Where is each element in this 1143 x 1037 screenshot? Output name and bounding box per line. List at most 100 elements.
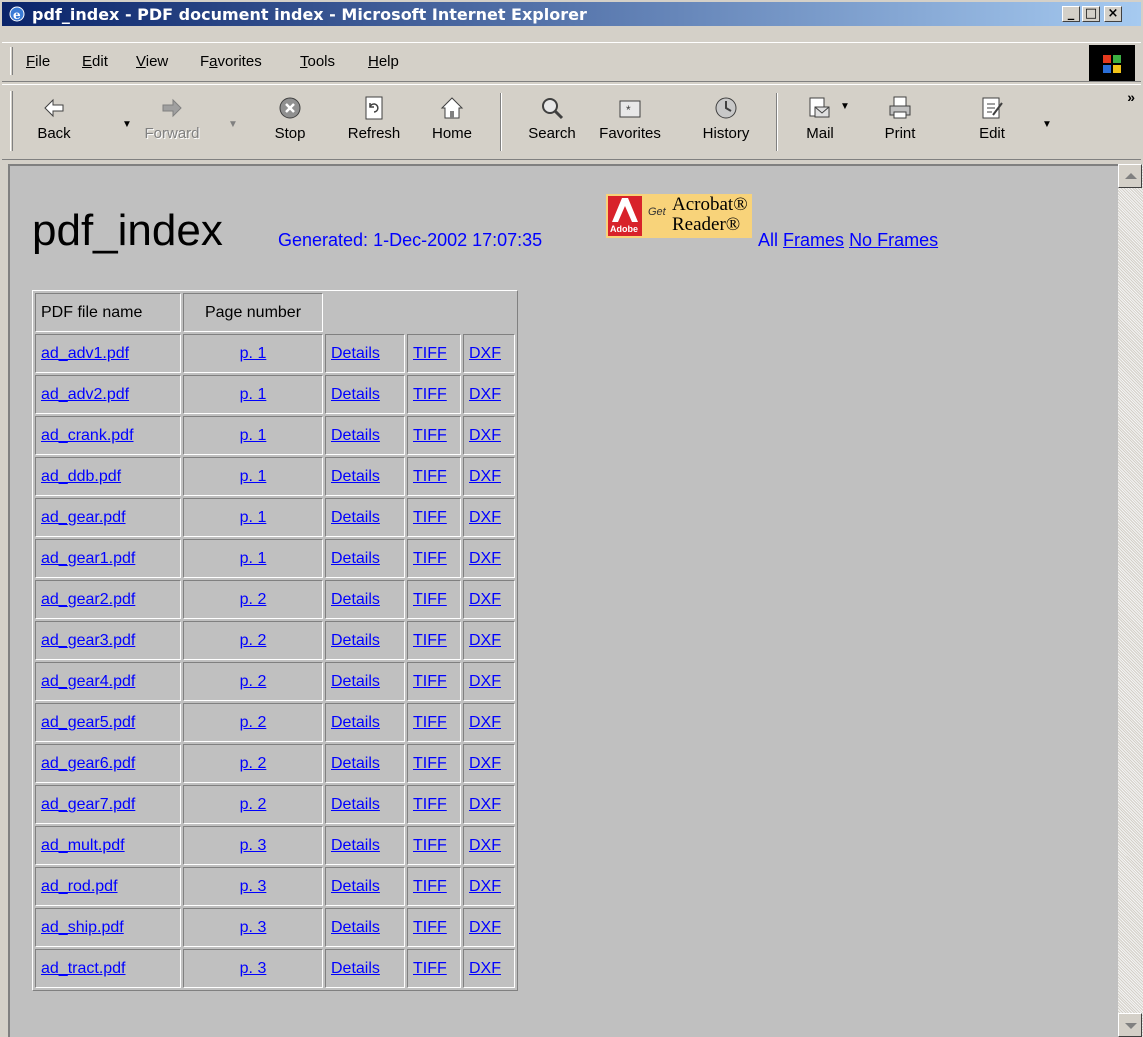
- edit-button[interactable]: Edit: [960, 91, 1024, 155]
- dxf-link[interactable]: DXF: [469, 632, 501, 649]
- tiff-link[interactable]: TIFF: [413, 673, 447, 690]
- pdf-file-link[interactable]: ad_tract.pdf: [41, 960, 126, 977]
- dxf-link[interactable]: DXF: [469, 673, 501, 690]
- dxf-link[interactable]: DXF: [469, 796, 501, 813]
- page-number-link[interactable]: p. 1: [240, 509, 267, 526]
- dxf-link[interactable]: DXF: [469, 591, 501, 608]
- forward-dropdown-icon[interactable]: ▼: [228, 119, 238, 130]
- tiff-link[interactable]: TIFF: [413, 632, 447, 649]
- details-link[interactable]: Details: [331, 878, 380, 895]
- back-dropdown-icon[interactable]: ▼: [122, 119, 132, 130]
- pdf-file-link[interactable]: ad_gear7.pdf: [41, 796, 135, 813]
- dxf-link[interactable]: DXF: [469, 878, 501, 895]
- toolbar-more-chevron-icon[interactable]: »: [1127, 89, 1135, 105]
- page-number-link[interactable]: p. 3: [240, 960, 267, 977]
- pdf-file-link[interactable]: ad_adv1.pdf: [41, 345, 129, 362]
- pdf-file-link[interactable]: ad_gear1.pdf: [41, 550, 135, 567]
- vertical-scrollbar[interactable]: [1118, 164, 1143, 1037]
- page-number-link[interactable]: p. 1: [240, 345, 267, 362]
- menu-grip[interactable]: [10, 47, 13, 75]
- pdf-file-link[interactable]: ad_adv2.pdf: [41, 386, 129, 403]
- scroll-down-button[interactable]: [1118, 1013, 1142, 1037]
- dxf-link[interactable]: DXF: [469, 837, 501, 854]
- no-frames-link[interactable]: No Frames: [849, 230, 938, 250]
- edit-dropdown-icon[interactable]: ▼: [1042, 119, 1052, 130]
- frames-link[interactable]: Frames: [783, 230, 844, 250]
- tiff-link[interactable]: TIFF: [413, 509, 447, 526]
- tiff-link[interactable]: TIFF: [413, 427, 447, 444]
- pdf-file-link[interactable]: ad_ddb.pdf: [41, 468, 121, 485]
- page-number-link[interactable]: p. 2: [240, 755, 267, 772]
- tiff-link[interactable]: TIFF: [413, 345, 447, 362]
- page-number-link[interactable]: p. 1: [240, 386, 267, 403]
- refresh-button[interactable]: Refresh: [342, 91, 406, 155]
- page-number-link[interactable]: p. 1: [240, 550, 267, 567]
- details-link[interactable]: Details: [331, 714, 380, 731]
- tiff-link[interactable]: TIFF: [413, 550, 447, 567]
- details-link[interactable]: Details: [331, 386, 380, 403]
- minimize-button[interactable]: _: [1062, 6, 1080, 22]
- menu-view[interactable]: View: [136, 53, 168, 70]
- details-link[interactable]: Details: [331, 960, 380, 977]
- menu-tools[interactable]: Tools: [300, 53, 335, 70]
- details-link[interactable]: Details: [331, 632, 380, 649]
- tiff-link[interactable]: TIFF: [413, 386, 447, 403]
- details-link[interactable]: Details: [331, 591, 380, 608]
- get-acrobat-reader-badge[interactable]: Adobe Get Acrobat® Reader®: [606, 194, 752, 238]
- details-link[interactable]: Details: [331, 673, 380, 690]
- details-link[interactable]: Details: [331, 345, 380, 362]
- maximize-button[interactable]: □: [1082, 6, 1100, 22]
- mail-dropdown-icon[interactable]: ▼: [840, 101, 850, 112]
- dxf-link[interactable]: DXF: [469, 714, 501, 731]
- menu-favorites[interactable]: Favorites: [200, 53, 262, 70]
- tiff-link[interactable]: TIFF: [413, 878, 447, 895]
- page-number-link[interactable]: p. 3: [240, 919, 267, 936]
- page-number-link[interactable]: p. 1: [240, 427, 267, 444]
- forward-button[interactable]: Forward: [140, 91, 204, 155]
- page-number-link[interactable]: p. 1: [240, 468, 267, 485]
- pdf-file-link[interactable]: ad_mult.pdf: [41, 837, 125, 854]
- dxf-link[interactable]: DXF: [469, 427, 501, 444]
- details-link[interactable]: Details: [331, 796, 380, 813]
- pdf-file-link[interactable]: ad_gear3.pdf: [41, 632, 135, 649]
- details-link[interactable]: Details: [331, 427, 380, 444]
- pdf-file-link[interactable]: ad_gear2.pdf: [41, 591, 135, 608]
- dxf-link[interactable]: DXF: [469, 468, 501, 485]
- details-link[interactable]: Details: [331, 919, 380, 936]
- tiff-link[interactable]: TIFF: [413, 755, 447, 772]
- dxf-link[interactable]: DXF: [469, 550, 501, 567]
- details-link[interactable]: Details: [331, 468, 380, 485]
- tiff-link[interactable]: TIFF: [413, 714, 447, 731]
- page-number-link[interactable]: p. 3: [240, 878, 267, 895]
- tiff-link[interactable]: TIFF: [413, 796, 447, 813]
- page-number-link[interactable]: p. 2: [240, 673, 267, 690]
- page-number-link[interactable]: p. 2: [240, 714, 267, 731]
- tiff-link[interactable]: TIFF: [413, 960, 447, 977]
- dxf-link[interactable]: DXF: [469, 919, 501, 936]
- favorites-button[interactable]: * Favorites: [598, 91, 662, 155]
- tiff-link[interactable]: TIFF: [413, 591, 447, 608]
- menu-help[interactable]: Help: [368, 53, 399, 70]
- dxf-link[interactable]: DXF: [469, 755, 501, 772]
- tiff-link[interactable]: TIFF: [413, 837, 447, 854]
- close-button[interactable]: ×: [1104, 6, 1122, 22]
- pdf-file-link[interactable]: ad_crank.pdf: [41, 427, 134, 444]
- scroll-up-button[interactable]: [1118, 164, 1142, 188]
- pdf-file-link[interactable]: ad_gear.pdf: [41, 509, 126, 526]
- dxf-link[interactable]: DXF: [469, 509, 501, 526]
- tiff-link[interactable]: TIFF: [413, 468, 447, 485]
- pdf-file-link[interactable]: ad_gear5.pdf: [41, 714, 135, 731]
- toolbar-grip[interactable]: [10, 91, 13, 151]
- back-button[interactable]: Back: [22, 91, 86, 155]
- page-number-link[interactable]: p. 2: [240, 591, 267, 608]
- pdf-file-link[interactable]: ad_ship.pdf: [41, 919, 124, 936]
- pdf-file-link[interactable]: ad_gear4.pdf: [41, 673, 135, 690]
- stop-button[interactable]: Stop: [258, 91, 322, 155]
- page-number-link[interactable]: p. 2: [240, 796, 267, 813]
- details-link[interactable]: Details: [331, 837, 380, 854]
- search-button[interactable]: Search: [520, 91, 584, 155]
- dxf-link[interactable]: DXF: [469, 386, 501, 403]
- page-number-link[interactable]: p. 3: [240, 837, 267, 854]
- tiff-link[interactable]: TIFF: [413, 919, 447, 936]
- menu-edit[interactable]: Edit: [82, 53, 108, 70]
